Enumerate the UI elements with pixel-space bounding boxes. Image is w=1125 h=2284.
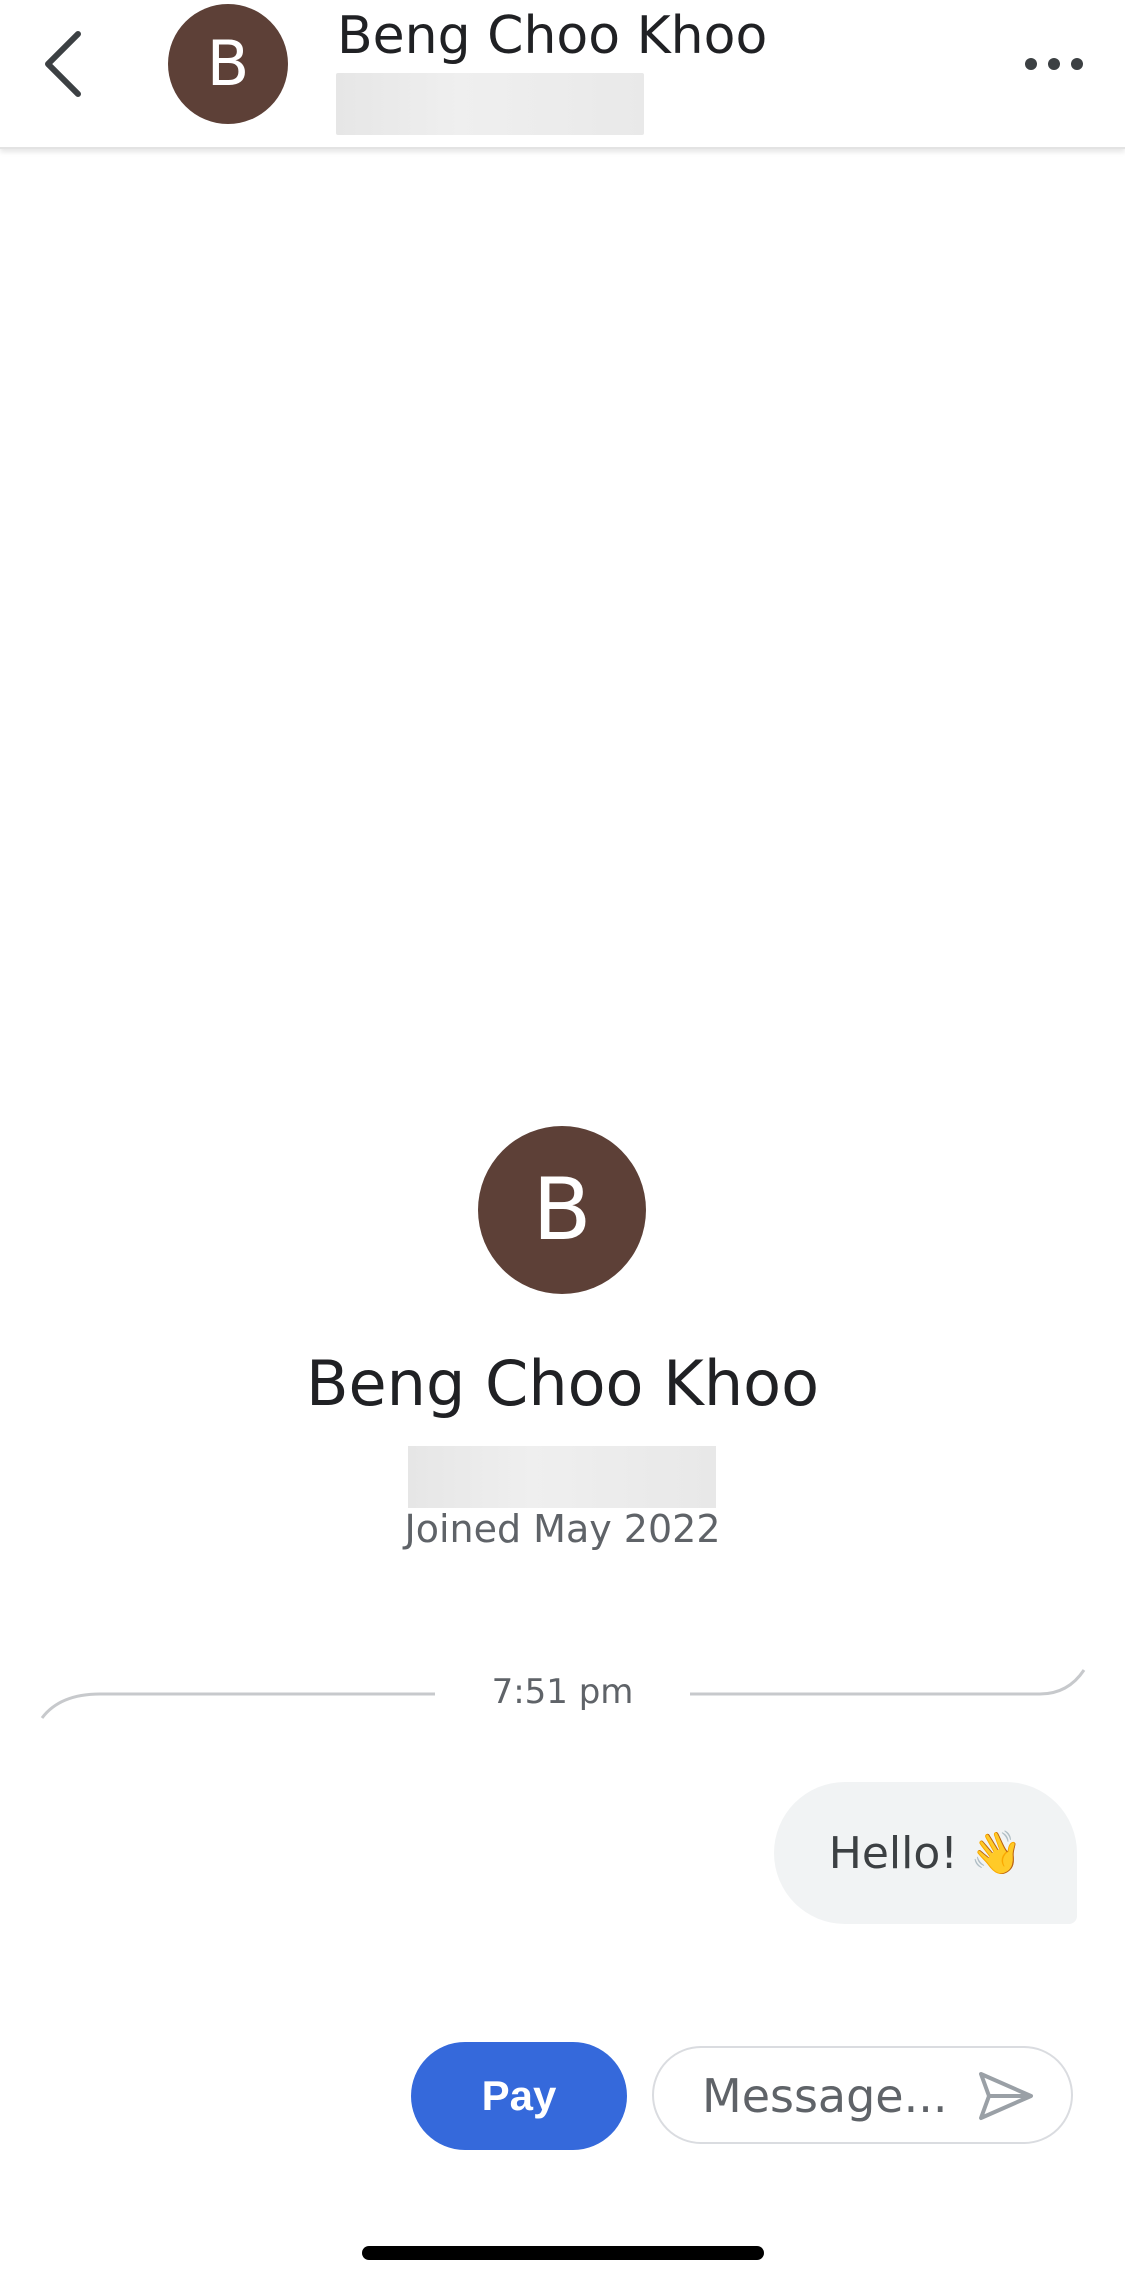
profile-name: Beng Choo Khoo (305, 1347, 819, 1420)
message-input[interactable]: Message... (652, 2046, 1073, 2144)
redacted-contact-detail (336, 73, 644, 135)
contact-name[interactable]: Beng Choo Khoo (337, 4, 767, 68)
send-icon (979, 2072, 1033, 2120)
contact-avatar[interactable]: B (168, 4, 288, 124)
chevron-left-icon (45, 31, 81, 97)
profile-avatar: B (478, 1126, 646, 1294)
redacted-profile-detail (408, 1446, 716, 1508)
waving-hand-emoji: 👋 (969, 1828, 1023, 1877)
pay-button[interactable]: Pay (411, 2042, 627, 2150)
message-text: Hello! (828, 1827, 958, 1879)
back-button[interactable] (36, 28, 92, 100)
more-horizontal-icon (1025, 58, 1083, 70)
sent-message-bubble[interactable]: Hello! 👋 (774, 1782, 1077, 1924)
message-timestamp: 7:51 pm (491, 1672, 634, 1712)
more-options-button[interactable] (1022, 48, 1086, 80)
top-bar: B Beng Choo Khoo (0, 0, 1125, 149)
message-placeholder: Message... (702, 2069, 948, 2123)
home-indicator (362, 2246, 764, 2260)
joined-date: Joined May 2022 (404, 1507, 721, 1551)
send-button[interactable] (977, 2070, 1035, 2122)
